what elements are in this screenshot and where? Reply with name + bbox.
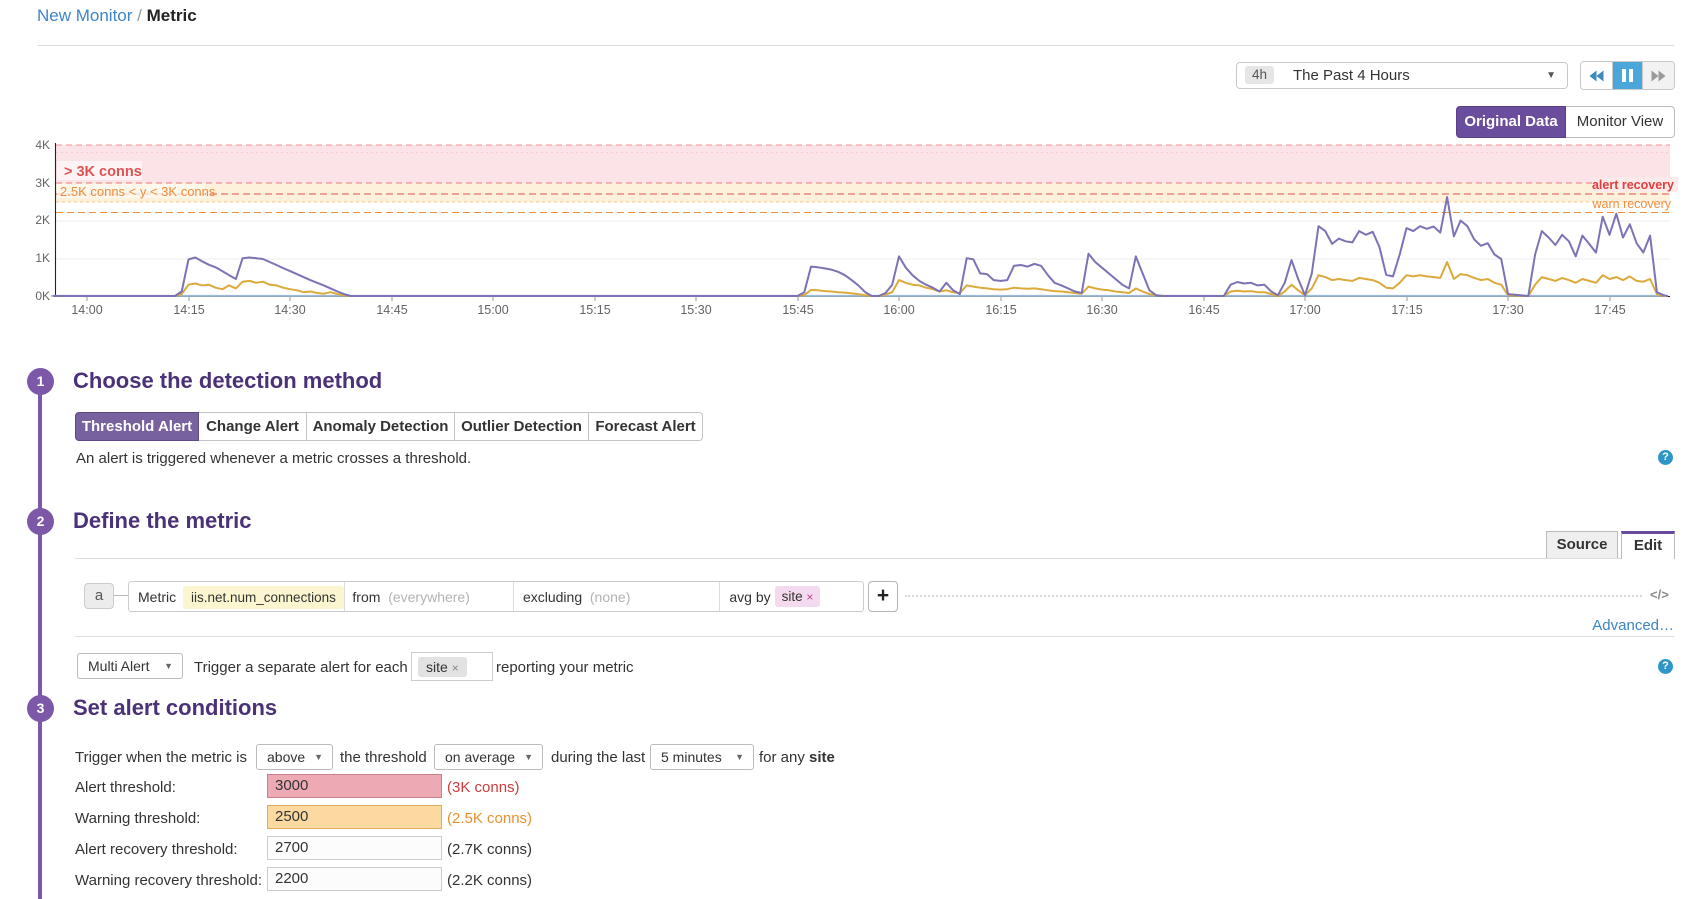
svg-text:17:00: 17:00 — [1289, 303, 1320, 317]
svg-text:16:30: 16:30 — [1086, 303, 1117, 317]
svg-text:14:00: 14:00 — [71, 303, 102, 317]
svg-text:15:45: 15:45 — [782, 303, 813, 317]
svg-text:4K: 4K — [35, 138, 50, 152]
svg-text:17:15: 17:15 — [1391, 303, 1422, 317]
svg-text:0K: 0K — [35, 289, 50, 303]
svg-text:1K: 1K — [35, 251, 50, 265]
svg-text:17:30: 17:30 — [1492, 303, 1523, 317]
svg-text:alert recovery: alert recovery — [1592, 178, 1674, 192]
svg-text:16:15: 16:15 — [985, 303, 1016, 317]
svg-text:3K: 3K — [35, 176, 50, 190]
svg-text:16:45: 16:45 — [1188, 303, 1219, 317]
svg-text:warn recovery: warn recovery — [1592, 197, 1672, 211]
svg-text:17:45: 17:45 — [1594, 303, 1625, 317]
svg-text:15:15: 15:15 — [579, 303, 610, 317]
svg-text:15:30: 15:30 — [680, 303, 711, 317]
svg-text:2K: 2K — [35, 213, 50, 227]
svg-text:16:00: 16:00 — [883, 303, 914, 317]
svg-text:14:15: 14:15 — [173, 303, 204, 317]
svg-text:14:45: 14:45 — [376, 303, 407, 317]
svg-text:> 3K conns: > 3K conns — [64, 164, 142, 180]
svg-text:15:00: 15:00 — [477, 303, 508, 317]
svg-text:2.5K conns < y < 3K conns: 2.5K conns < y < 3K conns — [60, 184, 216, 199]
svg-text:14:30: 14:30 — [274, 303, 305, 317]
